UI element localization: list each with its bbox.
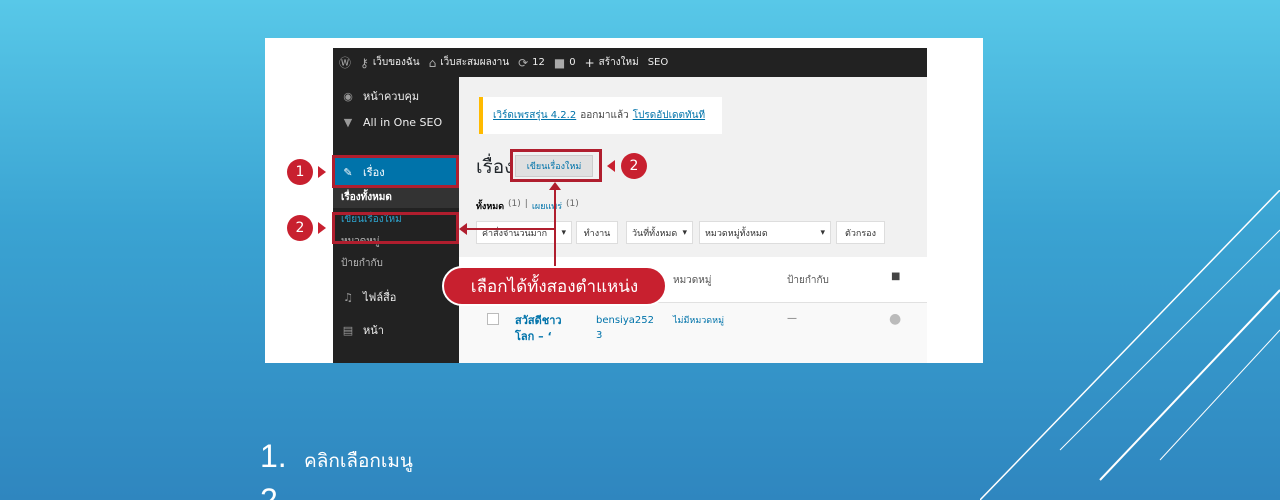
sidebar-item-label: All in One SEO <box>363 115 443 129</box>
submenu-all-posts[interactable]: เรื่องทั้งหมด <box>333 188 459 208</box>
filter-button[interactable]: ตัวกรอง <box>836 221 885 244</box>
filter-published-count: (1) <box>566 199 579 209</box>
sidebar-item-pages[interactable]: ▤ หน้า <box>333 317 459 343</box>
page-title: เรื่อง <box>476 156 514 178</box>
highlight-add-new-submenu <box>332 212 459 244</box>
notice-text: ออกมาแล้ว <box>580 110 629 121</box>
arrow-right-icon <box>318 222 326 234</box>
portfolio-label: เว็บสะสมผลงาน <box>440 57 510 68</box>
arrow-right-icon <box>318 166 326 178</box>
main-content: เวิร์ดเพรสรุ่น 4.2.2 ออกมาแล้ว โปรดอัปเด… <box>459 77 927 363</box>
post-author-link[interactable]: bensiya2523 <box>596 313 656 343</box>
site-label: เว็บของฉัน <box>372 57 420 68</box>
step-number: 2. <box>260 482 287 500</box>
date-filter-label: วันที่ทั้งหมด <box>632 228 678 239</box>
plus-icon: + <box>584 55 595 70</box>
highlight-add-new-button <box>510 149 602 182</box>
bulk-actions-select[interactable]: คำสั่งจำนวนมาก ▾ <box>476 221 572 244</box>
dropdown-arrow-icon: ▾ <box>682 227 687 238</box>
comments-count: 0 <box>569 57 576 68</box>
sidebar-item-media[interactable]: ♫ ไฟล์สื่อ <box>333 283 459 311</box>
highlight-posts-menu <box>332 155 459 188</box>
filter-all[interactable]: ทั้งหมด <box>476 199 504 213</box>
sidebar-item-dashboard[interactable]: ◉ หน้าควบคุม <box>333 85 459 107</box>
dropdown-arrow-icon: ▾ <box>820 227 825 238</box>
post-title-link[interactable]: สวัสดีชาวโลก – ‘ <box>515 313 575 345</box>
shield-icon: ▼ <box>343 115 353 129</box>
wordpress-logo-icon[interactable]: Ⓦ <box>339 54 351 71</box>
admin-bar: Ⓦ ⚷ เว็บของฉัน ⌂ เว็บสะสมผลงาน ⟳ 12 ■ 0 … <box>333 48 927 77</box>
callout-connector-horizontal <box>467 228 555 230</box>
admin-bar-comments[interactable]: ■ 0 <box>554 56 576 70</box>
home-icon: ⌂ <box>428 55 437 70</box>
key-icon: ⚷ <box>360 55 369 70</box>
page-icon: ▤ <box>342 323 354 337</box>
category-filter-select[interactable]: หมวดหมู่ทั้งหมด ▾ <box>699 221 831 244</box>
admin-bar-site[interactable]: ⚷ เว็บของฉัน <box>360 55 420 70</box>
arrow-left-icon <box>607 160 615 172</box>
sidebar-item-seo[interactable]: ▼ All in One SEO <box>333 111 459 133</box>
step-text: คลิกเลือกเมนู <box>304 450 413 472</box>
table-row: สวัสดีชาวโลก – ‘ bensiya2523 ไม่มีหมวดหม… <box>459 303 927 363</box>
arrow-left-icon <box>459 223 467 235</box>
comments-column-icon: ■ <box>891 271 901 282</box>
list-item: 1. คลิกเลือกเมนู <box>260 438 413 476</box>
update-link[interactable]: โปรดอัปเดตทันที <box>633 108 705 123</box>
media-icon: ♫ <box>343 290 353 304</box>
new-label: สร้างใหม่ <box>598 57 639 68</box>
refresh-icon: ⟳ <box>518 55 529 70</box>
updates-count: 12 <box>532 57 545 68</box>
step-badge-3: 2 <box>621 153 647 179</box>
wordpress-screenshot: Ⓦ ⚷ เว็บของฉัน ⌂ เว็บสะสมผลงาน ⟳ 12 ■ 0 … <box>265 38 983 363</box>
column-header[interactable]: หมวดหมู่ <box>673 273 711 288</box>
category-filter-label: หมวดหมู่ทั้งหมด <box>705 228 768 239</box>
dropdown-arrow-icon: ▾ <box>561 227 566 238</box>
list-item: 2. <box>260 482 413 500</box>
apply-button[interactable]: ทำงาน <box>576 221 618 244</box>
filter-separator: | <box>524 199 528 209</box>
post-category-link[interactable]: ไม่มีหมวดหมู่ <box>673 313 724 327</box>
comment-bubble-icon: ● <box>889 311 902 327</box>
admin-bar-seo[interactable]: SEO <box>648 57 669 68</box>
callout-label: เลือกได้ทั้งสองตำแหน่ง <box>442 266 667 306</box>
step-badge-2: 2 <box>287 215 313 241</box>
post-tags: — <box>787 313 797 324</box>
status-filters: ทั้งหมด (1) | เผยแพร่ (1) <box>476 199 579 213</box>
row-checkbox[interactable] <box>487 313 499 325</box>
decorative-lines <box>980 190 1280 500</box>
step-badge-1: 1 <box>287 159 313 185</box>
dashboard-icon: ◉ <box>343 89 353 103</box>
admin-bar-updates[interactable]: ⟳ 12 <box>518 56 545 70</box>
filter-published[interactable]: เผยแพร่ <box>532 199 562 213</box>
admin-bar-new[interactable]: + สร้างใหม่ <box>585 55 639 70</box>
comment-icon: ■ <box>553 55 566 70</box>
instruction-list: 1. คลิกเลือกเมนู 2. <box>260 438 413 500</box>
submenu-tags[interactable]: ป้ายกำกับ <box>333 254 459 274</box>
filter-all-count: (1) <box>508 199 521 209</box>
sidebar-item-label: ไฟล์สื่อ <box>363 291 397 304</box>
version-link[interactable]: เวิร์ดเพรสรุ่น 4.2.2 <box>493 108 576 123</box>
sidebar-item-label: หน้าควบคุม <box>363 90 420 103</box>
admin-bar-portfolio[interactable]: ⌂ เว็บสะสมผลงาน <box>429 55 510 70</box>
update-notice: เวิร์ดเพรสรุ่น 4.2.2 ออกมาแล้ว โปรดอัปเด… <box>479 97 722 134</box>
step-number: 1. <box>260 438 287 474</box>
sidebar-item-label: หน้า <box>363 324 384 337</box>
date-filter-select[interactable]: วันที่ทั้งหมด ▾ <box>626 221 693 244</box>
arrow-up-icon <box>549 182 561 190</box>
column-header: ป้ายกำกับ <box>787 275 829 286</box>
